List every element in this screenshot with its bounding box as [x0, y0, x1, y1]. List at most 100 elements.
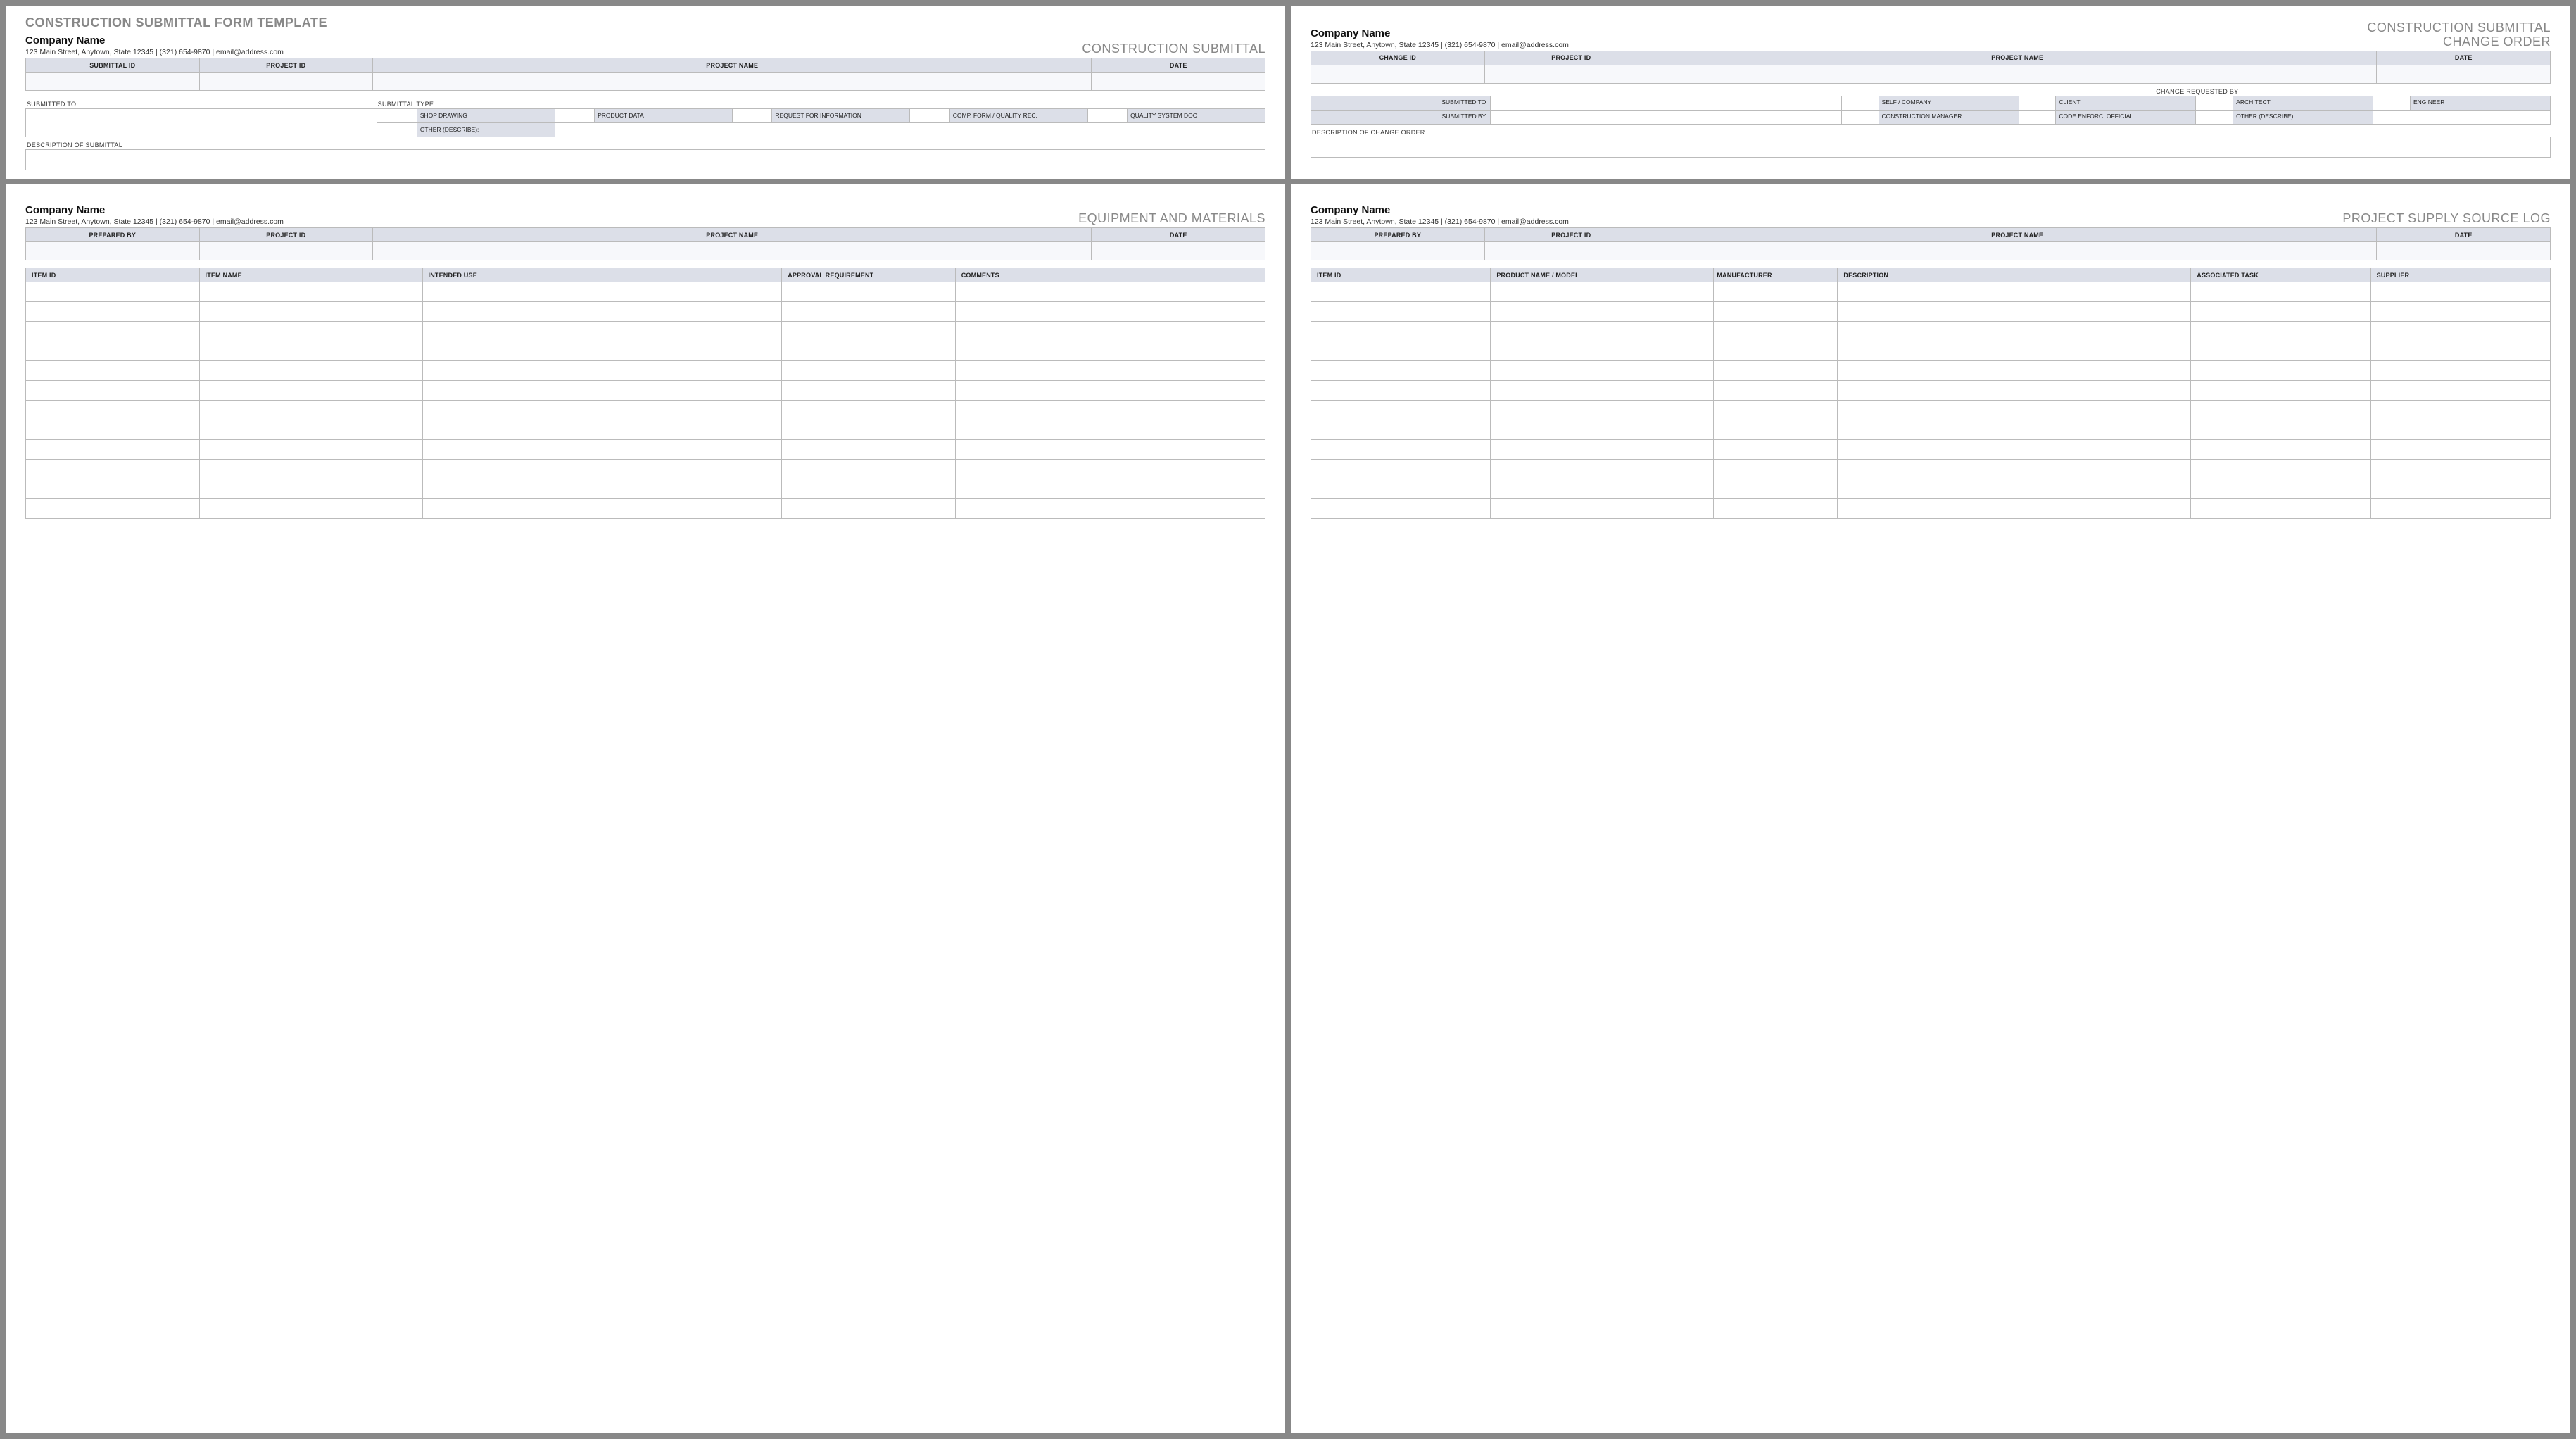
- label-other-2: OTHER (DESCRIBE):: [2233, 110, 2373, 124]
- table-row: [26, 440, 1265, 460]
- input-project-id-3[interactable]: [199, 242, 373, 260]
- label-rfi: REQUEST FOR INFORMATION: [772, 109, 910, 123]
- check-qsd[interactable]: [1087, 109, 1127, 123]
- company-block-2: Company Name 123 Main Street, Anytown, S…: [1311, 27, 1569, 49]
- col-intended-use: INTENDED USE: [422, 268, 782, 282]
- form-title-supply: PROJECT SUPPLY SOURCE LOG: [2342, 212, 2551, 226]
- table-row: [26, 460, 1265, 479]
- company-info-4: 123 Main Street, Anytown, State 12345 | …: [1311, 218, 1569, 226]
- form-title-change-order: CONSTRUCTION SUBMITTAL CHANGE ORDER: [2367, 21, 2551, 49]
- panel-construction-submittal: CONSTRUCTION SUBMITTAL FORM TEMPLATE Com…: [6, 6, 1285, 179]
- col-project-id-3: PROJECT ID: [199, 228, 373, 242]
- col-date-2: DATE: [2377, 51, 2551, 65]
- input-date[interactable]: [1092, 73, 1265, 91]
- table-row: [1311, 460, 2551, 479]
- check-architect[interactable]: [2196, 96, 2233, 110]
- col-comments: COMMENTS: [955, 268, 1265, 282]
- table-row: [1311, 302, 2551, 322]
- supply-header-table: PREPARED BY PROJECT ID PROJECT NAME DATE: [1311, 227, 2551, 260]
- input-project-id-2[interactable]: [1484, 65, 1658, 83]
- check-shop-drawing[interactable]: [377, 109, 417, 123]
- col-task: ASSOCIATED TASK: [2191, 268, 2370, 282]
- table-row: [1311, 420, 2551, 440]
- company-name: Company Name: [25, 34, 284, 46]
- col-item-id-2: ITEM ID: [1311, 268, 1491, 282]
- col-project-name: PROJECT NAME: [373, 58, 1092, 73]
- input-date-4[interactable]: [2377, 242, 2551, 260]
- company-block-3: Company Name 123 Main Street, Anytown, S…: [25, 204, 284, 226]
- company-block: Company Name 123 Main Street, Anytown, S…: [25, 34, 284, 56]
- input-submitted-to[interactable]: [26, 109, 377, 137]
- col-product: PRODUCT NAME / MODEL: [1491, 268, 1714, 282]
- input-project-name-2[interactable]: [1658, 65, 2377, 83]
- col-description: DESCRIPTION: [1838, 268, 2191, 282]
- col-project-id-4: PROJECT ID: [1484, 228, 1658, 242]
- check-other[interactable]: [377, 123, 417, 137]
- input-project-name-3[interactable]: [373, 242, 1092, 260]
- input-description-change[interactable]: [1311, 137, 2551, 158]
- company-name-2: Company Name: [1311, 27, 1569, 39]
- col-project-name-2: PROJECT NAME: [1658, 51, 2377, 65]
- panel-change-order: Company Name 123 Main Street, Anytown, S…: [1291, 6, 2570, 179]
- table-row: [26, 420, 1265, 440]
- check-code[interactable]: [2019, 110, 2056, 124]
- check-engineer[interactable]: [2373, 96, 2411, 110]
- col-date: DATE: [1092, 58, 1265, 73]
- input-other-describe[interactable]: [555, 123, 1265, 137]
- check-rfi[interactable]: [732, 109, 771, 123]
- submittal-type-table: SHOP DRAWING PRODUCT DATA REQUEST FOR IN…: [25, 108, 1265, 137]
- equipment-header-table: PREPARED BY PROJECT ID PROJECT NAME DATE: [25, 227, 1265, 260]
- input-submittal-id[interactable]: [26, 73, 200, 91]
- change-requested-table: SUBMITTED TO SELF / COMPANY CLIENT ARCHI…: [1311, 96, 2551, 125]
- label-submitted-to: SUBMITTED TO: [27, 101, 377, 108]
- input-project-name[interactable]: [373, 73, 1092, 91]
- template-grid: CONSTRUCTION SUBMITTAL FORM TEMPLATE Com…: [6, 6, 2570, 1433]
- label-description-submittal: DESCRIPTION OF SUBMITTAL: [27, 142, 1265, 149]
- submittal-header-table: SUBMITTAL ID PROJECT ID PROJECT NAME DAT…: [25, 58, 1265, 91]
- input-description-submittal[interactable]: [25, 149, 1265, 170]
- label-cm: CONSTRUCTION MANAGER: [1879, 110, 2019, 124]
- input-change-id[interactable]: [1311, 65, 1485, 83]
- table-row: [1311, 381, 2551, 401]
- input-project-name-4[interactable]: [1658, 242, 2377, 260]
- row-label-submitted-by: SUBMITTED BY: [1311, 110, 1491, 124]
- table-row: [26, 401, 1265, 420]
- title-line-1: CONSTRUCTION SUBMITTAL: [2367, 20, 2551, 34]
- check-product-data[interactable]: [555, 109, 594, 123]
- input-co-submitted-to[interactable]: [1491, 96, 1841, 110]
- col-project-name-4: PROJECT NAME: [1658, 228, 2377, 242]
- label-self: SELF / COMPANY: [1879, 96, 2019, 110]
- check-cm[interactable]: [1841, 110, 1879, 124]
- col-prepared-by: PREPARED BY: [26, 228, 200, 242]
- input-project-id-4[interactable]: [1484, 242, 1658, 260]
- label-product-data: PRODUCT DATA: [595, 109, 733, 123]
- table-row: [1311, 401, 2551, 420]
- check-other-2[interactable]: [2196, 110, 2233, 124]
- panel-equipment-materials: Company Name 123 Main Street, Anytown, S…: [6, 184, 1285, 1433]
- equipment-table: ITEM ID ITEM NAME INTENDED USE APPROVAL …: [25, 268, 1265, 519]
- table-row: [1311, 322, 2551, 341]
- label-submittal-type: SUBMITTAL TYPE: [378, 101, 1265, 108]
- input-other-describe-2[interactable]: [2373, 110, 2551, 124]
- label-change-requested-by: CHANGE REQUESTED BY: [1844, 88, 2551, 95]
- check-self[interactable]: [1841, 96, 1879, 110]
- input-prepared-by-2[interactable]: [1311, 242, 1485, 260]
- label-architect: ARCHITECT: [2233, 96, 2373, 110]
- input-project-id[interactable]: [199, 73, 373, 91]
- company-info-2: 123 Main Street, Anytown, State 12345 | …: [1311, 41, 1569, 49]
- col-manufacturer: MANUFACTURER: [1714, 268, 1838, 282]
- table-row: [1311, 361, 2551, 381]
- col-item-name: ITEM NAME: [199, 268, 422, 282]
- input-date-3[interactable]: [1092, 242, 1265, 260]
- label-comp-form: COMP. FORM / QUALITY REC.: [949, 109, 1087, 123]
- company-info: 123 Main Street, Anytown, State 12345 | …: [25, 48, 284, 56]
- title-line-2: CHANGE ORDER: [2443, 34, 2551, 49]
- input-date-2[interactable]: [2377, 65, 2551, 83]
- input-prepared-by[interactable]: [26, 242, 200, 260]
- col-submittal-id: SUBMITTAL ID: [26, 58, 200, 73]
- check-comp-form[interactable]: [910, 109, 949, 123]
- col-project-id: PROJECT ID: [199, 58, 373, 73]
- input-co-submitted-by[interactable]: [1491, 110, 1841, 124]
- table-row: [26, 499, 1265, 519]
- check-client[interactable]: [2019, 96, 2056, 110]
